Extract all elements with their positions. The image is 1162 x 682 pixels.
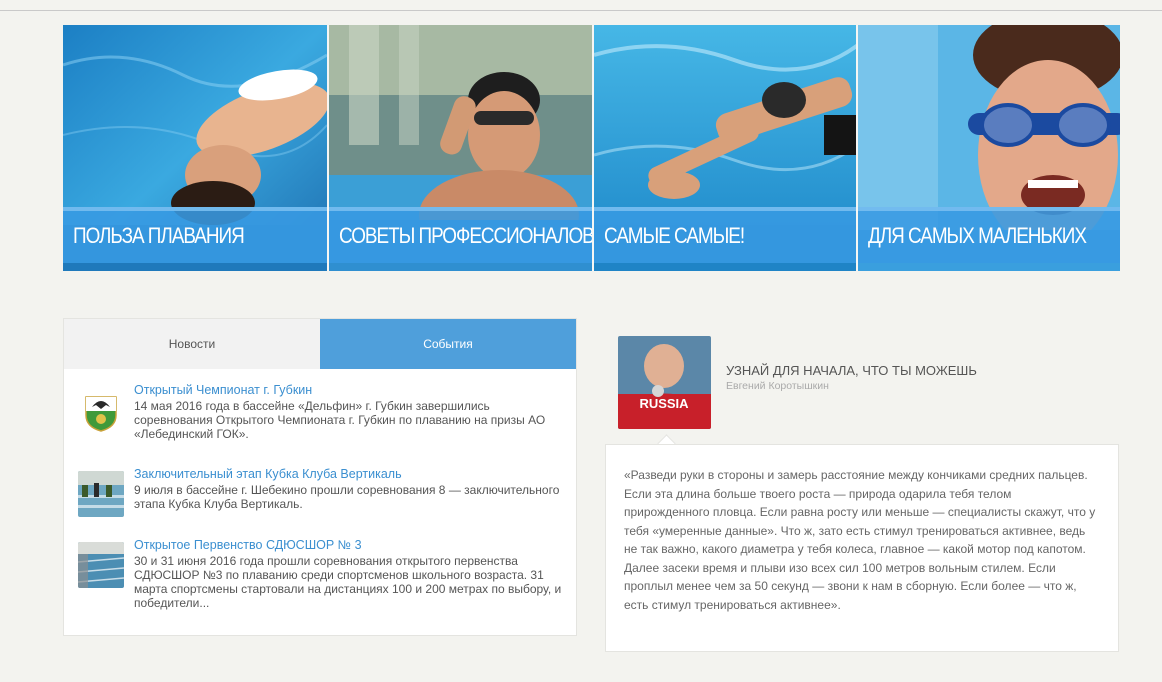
tile-swimming-benefits[interactable]: ПОЛЬЗА ПЛАВАНИЯ <box>63 25 328 271</box>
news-title-link[interactable]: Открытое Первенство СДЮСШОР № 3 <box>134 538 564 553</box>
tab-news[interactable]: Новости <box>64 319 320 369</box>
tile-caption: ДЛЯ САМЫХ МАЛЕНЬКИХ <box>857 207 1120 263</box>
news-tabs: Новости События <box>64 319 576 369</box>
tile-caption: ПОЛЬЗА ПЛАВАНИЯ <box>63 207 328 263</box>
top-divider <box>0 10 1162 11</box>
news-title-link[interactable]: Открытый Чемпионат г. Губкин <box>134 383 564 398</box>
news-text: 14 мая 2016 года в бассейне «Дельфин» г.… <box>134 399 546 441</box>
pool-photo <box>78 471 124 517</box>
feature-banner: ПОЛЬЗА ПЛАВАНИЯ СОВЕТЫ ПРОФЕССИОНАЛОВ СА… <box>63 25 1120 271</box>
tile-pro-tips[interactable]: СОВЕТЫ ПРОФЕССИОНАЛОВ <box>327 25 592 271</box>
tile-label: ДЛЯ САМЫХ МАЛЕНЬКИХ <box>867 223 1087 248</box>
news-body: Заключительный этап Кубка Клуба Вертикал… <box>134 467 564 511</box>
news-text: 30 и 31 июня 2016 года прошли соревнован… <box>134 554 562 610</box>
quote-author: Евгений Коротышкин <box>726 380 829 392</box>
tile-label: СОВЕТЫ ПРОФЕССИОНАЛОВ <box>339 223 592 248</box>
news-title-link[interactable]: Заключительный этап Кубка Клуба Вертикал… <box>134 467 564 482</box>
svg-text:RUSSIA: RUSSIA <box>639 396 689 411</box>
news-panel: Новости События Открытый Чемпионат г. Гу… <box>63 318 577 636</box>
tile-caption: СОВЕТЫ ПРОФЕССИОНАЛОВ <box>329 207 592 263</box>
pool-photo <box>78 542 124 588</box>
avatar: RUSSIA <box>618 336 711 429</box>
tile-label: САМЫЕ САМЫЕ! <box>603 223 745 248</box>
coat-of-arms-icon <box>78 387 124 433</box>
tile-caption: САМЫЕ САМЫЕ! <box>593 207 856 263</box>
tile-for-kids[interactable]: ДЛЯ САМЫХ МАЛЕНЬКИХ <box>855 25 1120 271</box>
quote-text: «Разведи руки в стороны и замерь расстоя… <box>605 444 1119 652</box>
quote-title: УЗНАЙ ДЛЯ НАЧАЛА, ЧТО ТЫ МОЖЕШЬ <box>726 363 977 378</box>
news-body: Открытое Первенство СДЮСШОР № 3 30 и 31 … <box>134 538 564 610</box>
news-text: 9 июля в бассейне г. Шебекино прошли сор… <box>134 483 560 511</box>
quote-header: RUSSIA УЗНАЙ ДЛЯ НАЧАЛА, ЧТО ТЫ МОЖЕШЬ Е… <box>618 336 1118 431</box>
tile-the-best[interactable]: САМЫЕ САМЫЕ! <box>591 25 856 271</box>
tab-events[interactable]: События <box>320 319 576 369</box>
news-body: Открытый Чемпионат г. Губкин 14 мая 2016… <box>134 383 564 441</box>
tile-label: ПОЛЬЗА ПЛАВАНИЯ <box>73 223 245 248</box>
